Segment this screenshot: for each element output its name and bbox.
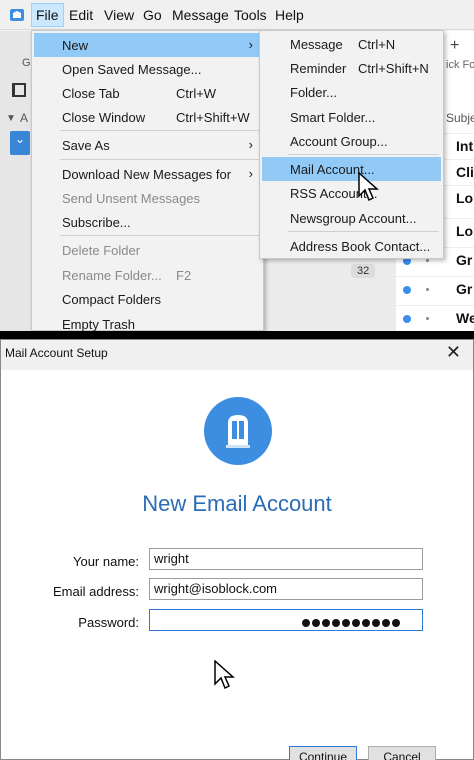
toolbar-partial-text: G [22,57,31,69]
new-icon[interactable]: + [450,37,459,55]
menu-item-new-address-book-contact[interactable]: Address Book Contact... [262,234,441,258]
submenu-arrow-icon: › [248,137,253,152]
expand-triangle-icon[interactable]: ▼ [6,113,16,124]
unread-dot-icon [403,286,411,294]
menu-file[interactable]: File [31,3,64,27]
mouse-pointer-icon [358,172,379,202]
menu-bar: File Edit View Go Message Tools Help [0,0,474,30]
account-label-partial: A [20,111,29,125]
subject-column-header[interactable]: Subje [446,111,474,125]
menu-message[interactable]: Message [172,7,229,23]
dialog-headline: New Email Account [142,491,332,516]
dialog-body: New Email Account Your name: wright Emai… [1,370,473,760]
password-dot [312,619,320,627]
folder-list-background: 32 [263,255,397,331]
folder-pane-background: G ▼ A [0,31,32,331]
status-dot-icon [426,259,429,262]
thunderbird-app-icon [10,9,24,21]
table-row[interactable]: Gr [396,276,474,302]
dialog-title: Mail Account Setup [5,346,108,360]
password-dot [332,619,340,627]
table-row[interactable]: We [396,305,474,331]
password-label: Password: [78,615,139,630]
mailbox-icon [204,397,272,465]
menu-item-new-account-group[interactable]: Account Group... [262,129,441,153]
menu-separator [60,159,259,160]
password-dot [362,619,370,627]
unread-count-badge: 32 [351,264,376,278]
menu-item-new-smart-folder[interactable]: Smart Folder... [262,105,441,129]
menu-item-send-unsent-messages[interactable]: Send Unsent Messages [34,186,261,210]
menu-item-rename-folder[interactable]: Rename Folder... F2 [34,263,261,287]
menu-item-new-reminder[interactable]: Reminder Ctrl+Shift+N [262,56,441,80]
menu-item-save-as[interactable]: Save As › [34,133,261,157]
menu-item-download-new-messages[interactable]: Download New Messages for › [34,162,261,186]
menu-item-subscribe[interactable]: Subscribe... [34,210,261,234]
password-mask [302,615,402,630]
unread-dot-icon [403,315,411,323]
continue-button[interactable]: Continue [289,746,357,760]
email-field[interactable]: wright@isoblock.com [149,578,423,600]
menu-item-delete-folder[interactable]: Delete Folder [34,238,261,262]
status-dot-icon [426,288,429,291]
mail-client-window: File Edit View Go Message Tools Help G ▼… [0,0,474,331]
toolbar-icon[interactable] [12,83,26,97]
new-submenu: Message Ctrl+N Reminder Ctrl+Shift+N Folde… [259,30,444,259]
menu-item-empty-trash[interactable]: Empty Trash [34,312,261,331]
menu-separator [288,154,439,155]
password-dot [302,619,310,627]
submenu-arrow-icon: › [248,37,253,52]
menu-help[interactable]: Help [275,7,304,23]
menu-item-open-saved-message[interactable]: Open Saved Message... [34,57,261,81]
password-dot [372,619,380,627]
menu-go[interactable]: Go [143,7,162,23]
menu-separator [288,231,439,232]
menu-item-new[interactable]: New › [34,33,261,57]
mouse-pointer-icon [214,660,235,690]
password-dot [342,619,350,627]
cancel-button[interactable]: Cancel [368,746,436,760]
name-label: Your name: [72,554,139,569]
name-field[interactable]: wright [149,548,423,570]
menu-view[interactable]: View [104,7,134,23]
password-dot [322,619,330,627]
quick-filter-partial[interactable]: ick Fo [446,59,474,71]
menu-item-new-message[interactable]: Message Ctrl+N [262,32,441,56]
close-icon[interactable]: ✕ [446,342,461,363]
password-dot [392,619,400,627]
password-field[interactable] [149,609,423,631]
mail-account-setup-dialog: Mail Account Setup ✕ New Email Account Y… [0,339,474,760]
password-dot [352,619,360,627]
menu-item-compact-folders[interactable]: Compact Folders [34,287,261,311]
menu-item-new-folder[interactable]: Folder... [262,80,441,104]
submenu-arrow-icon: › [248,166,253,181]
menu-separator [60,235,259,236]
menu-edit[interactable]: Edit [69,7,93,23]
email-label: Email address: [53,584,139,599]
password-dot [382,619,390,627]
menu-item-new-mail-account[interactable]: Mail Account... [262,157,441,181]
menu-item-new-newsgroup-account[interactable]: Newsgroup Account... [262,206,441,230]
menu-separator [60,130,259,131]
menu-tools[interactable]: Tools [234,7,267,23]
file-menu: New › Open Saved Message... Close Tab Ctrl… [31,30,264,331]
menu-item-new-rss-account[interactable]: RSS Account... [262,181,441,205]
status-dot-icon [426,317,429,320]
menu-item-close-window[interactable]: Close Window Ctrl+Shift+W [34,105,261,129]
menu-item-close-tab[interactable]: Close Tab Ctrl+W [34,81,261,105]
folder-dropdown-icon[interactable] [10,131,30,155]
